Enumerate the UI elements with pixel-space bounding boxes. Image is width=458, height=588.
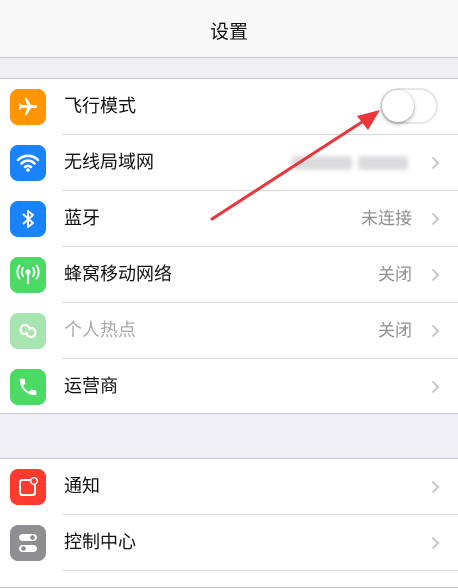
settings-group-connectivity: 飞行模式 无线局域网 蓝牙 未连接 蜂窝移动网络 关闭 个人热点 关闭 运营商 xyxy=(0,78,458,414)
settings-group-system: 通知 控制中心 xyxy=(0,458,458,588)
wifi-icon xyxy=(10,145,46,181)
bluetooth-label: 蓝牙 xyxy=(64,208,100,229)
toggle-knob[interactable] xyxy=(382,90,414,122)
settings-row-airplane-mode: 飞行模式 xyxy=(0,79,458,135)
control-center-icon xyxy=(10,525,46,561)
chevron-right-icon xyxy=(431,268,440,282)
control-center-label: 控制中心 xyxy=(64,532,136,553)
settings-row-personal-hotspot[interactable]: 个人热点 关闭 xyxy=(0,303,458,359)
settings-row-control-center[interactable]: 控制中心 xyxy=(0,515,458,571)
settings-row-notifications[interactable]: 通知 xyxy=(0,459,458,515)
settings-row-carrier[interactable]: 运营商 xyxy=(0,359,458,415)
notifications-icon xyxy=(10,469,46,505)
wifi-label: 无线局域网 xyxy=(64,152,154,173)
cellular-label: 蜂窝移动网络 xyxy=(64,264,172,285)
navigation-bar: 设置 xyxy=(0,0,458,58)
chevron-right-icon xyxy=(431,156,440,170)
hotspot-icon xyxy=(10,313,46,349)
settings-row-bluetooth[interactable]: 蓝牙 未连接 xyxy=(0,191,458,247)
cellular-icon xyxy=(10,257,46,293)
bluetooth-icon xyxy=(10,201,46,237)
wifi-network-name-redacted xyxy=(292,155,412,171)
chevron-right-icon xyxy=(431,536,440,550)
settings-row-cellular[interactable]: 蜂窝移动网络 关闭 xyxy=(0,247,458,303)
airplane-mode-label: 飞行模式 xyxy=(64,96,136,117)
phone-icon xyxy=(10,369,46,405)
personal-hotspot-label: 个人热点 xyxy=(64,320,136,341)
airplane-mode-toggle[interactable] xyxy=(380,88,438,124)
chevron-right-icon xyxy=(431,324,440,338)
bluetooth-status: 未连接 xyxy=(361,209,412,229)
row-divider xyxy=(62,570,458,571)
page-title: 设置 xyxy=(209,21,248,43)
settings-row-wifi[interactable]: 无线局域网 xyxy=(0,135,458,191)
chevron-right-icon xyxy=(431,212,440,226)
airplane-icon xyxy=(10,89,46,125)
personal-hotspot-status: 关闭 xyxy=(378,321,412,341)
carrier-label: 运营商 xyxy=(64,376,118,397)
cellular-status: 关闭 xyxy=(378,265,412,285)
notifications-label: 通知 xyxy=(64,476,100,497)
chevron-right-icon xyxy=(431,480,440,494)
chevron-right-icon xyxy=(431,380,440,394)
